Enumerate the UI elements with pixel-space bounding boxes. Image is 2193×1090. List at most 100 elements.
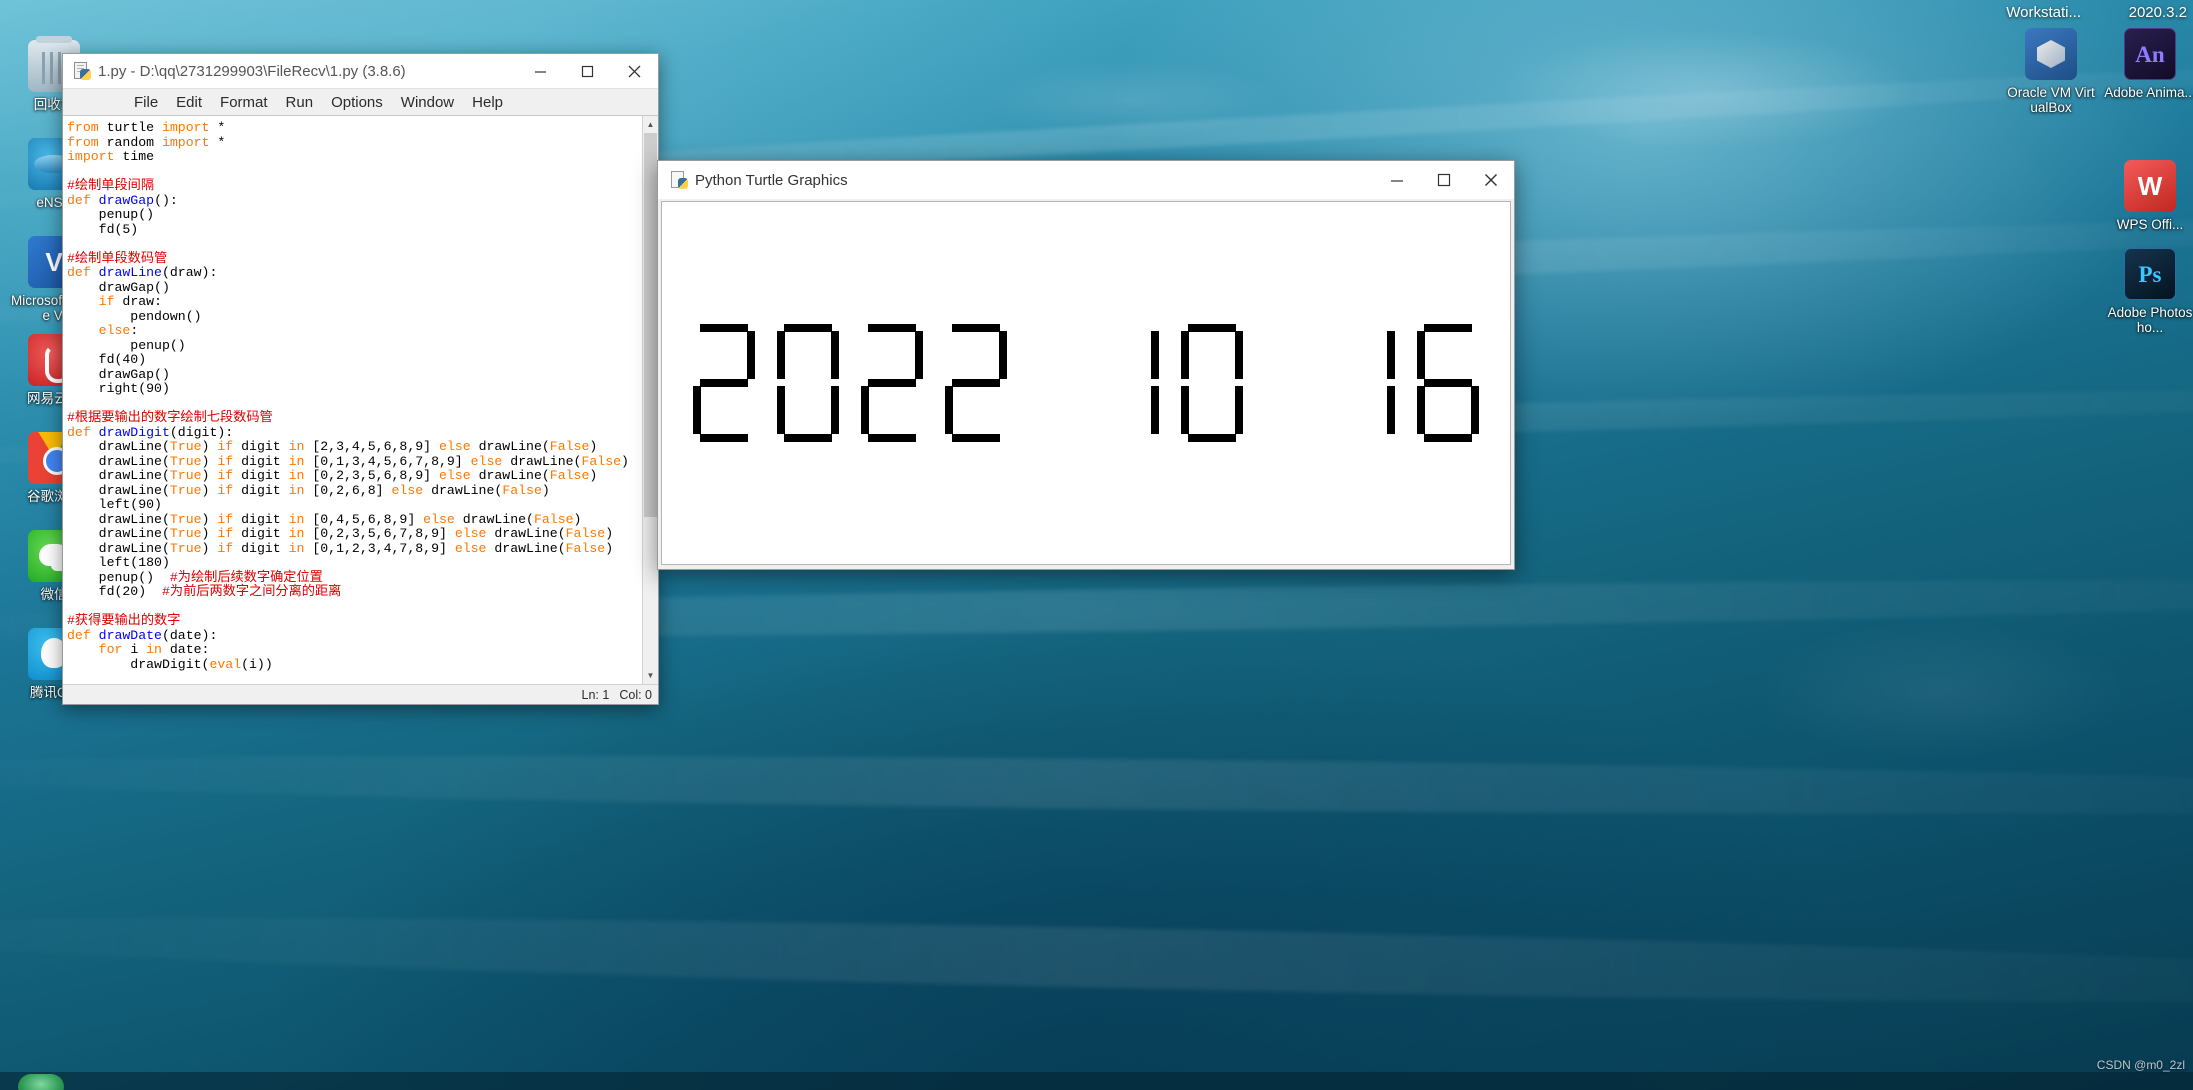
wallpaper-shimmer: [1500, 30, 1920, 150]
idle-editor-body[interactable]: from turtle import * from random import *…: [63, 116, 658, 684]
menu-item-edit[interactable]: Edit: [167, 92, 211, 113]
menu-item-options[interactable]: Options: [322, 92, 392, 113]
segment-b: [999, 331, 1007, 379]
seven-segment-digit: [777, 324, 839, 442]
turtle-close-button[interactable]: [1467, 163, 1514, 198]
segment-a: [1424, 324, 1472, 332]
turtle-minimize-button[interactable]: [1373, 163, 1420, 198]
code-text: drawLine(: [494, 526, 566, 541]
idle-vertical-scrollbar[interactable]: ▲ ▼: [642, 116, 658, 684]
desktop-icon-label: Adobe Anima...: [2104, 85, 2193, 100]
code-keyword: False: [565, 526, 606, 541]
code-text: digit: [241, 468, 289, 483]
code-text: random: [106, 134, 162, 150]
code-keyword: True: [169, 540, 202, 556]
code-text-area[interactable]: from turtle import * from random import *…: [63, 116, 642, 684]
status-line-number: Ln: 1: [581, 687, 610, 702]
code-text: ): [201, 482, 218, 498]
turtle-canvas[interactable]: [661, 201, 1511, 565]
code-line: penup(): [67, 338, 642, 354]
code-keyword: for: [98, 642, 131, 657]
code-keyword: else: [423, 511, 463, 527]
code-text: [0,2,6,8]: [312, 482, 392, 498]
code-definition-name: drawLine: [98, 265, 162, 280]
code-text: ): [201, 540, 218, 556]
code-text: ): [541, 482, 550, 498]
code-keyword: in: [288, 511, 313, 527]
desktop-icon-virtualbox[interactable]: Oracle VM VirtualBox: [2005, 28, 2097, 115]
desktop-icon-adobe-animate[interactable]: Adobe Anima...: [2104, 28, 2193, 100]
code-keyword: else: [470, 453, 511, 469]
desktop-icon-adobe-photoshop[interactable]: Adobe Photosho...: [2104, 248, 2193, 335]
code-line: def drawDate(date):: [67, 627, 642, 644]
code-line: #获得要输出的数字: [67, 613, 642, 629]
code-text: :: [130, 323, 139, 338]
turtle-maximize-button[interactable]: [1420, 163, 1467, 198]
code-text: drawGap(): [67, 279, 170, 295]
taskbar[interactable]: [0, 1072, 2193, 1090]
wallpaper-shimmer: [980, 60, 1280, 140]
code-keyword: if: [217, 453, 242, 469]
code-line: left(90): [67, 497, 642, 513]
code-text: digit: [241, 453, 289, 469]
turtle-titlebar[interactable]: Python Turtle Graphics: [658, 161, 1514, 199]
wallpaper-shimmer: [1750, 620, 2130, 760]
wallpaper-wave: [0, 900, 2193, 1020]
code-text: ():: [154, 192, 178, 208]
code-text: ): [201, 468, 218, 483]
seven-segment-digit: [693, 324, 755, 442]
code-keyword: if: [217, 540, 242, 556]
code-line: drawGap(): [67, 279, 642, 296]
code-text: penup(): [67, 569, 170, 585]
code-line: drawLine(True) if digit in [0,2,3,5,6,8,…: [67, 468, 642, 484]
code-keyword: in: [288, 453, 313, 469]
seven-segment-digit: [1181, 324, 1243, 442]
segment-a: [700, 324, 748, 332]
code-keyword: from: [67, 134, 107, 150]
desktop-icon-label: Adobe Photosho...: [2107, 305, 2193, 335]
code-keyword: False: [502, 482, 542, 498]
seven-segment-digit: [945, 324, 1007, 442]
code-line: right(90): [67, 381, 642, 397]
segment-e: [693, 386, 701, 434]
scrollbar-track[interactable]: [643, 133, 658, 667]
idle-menubar[interactable]: File Edit Format Run Options Window Help: [63, 89, 658, 116]
idle-close-button[interactable]: [611, 54, 658, 89]
menu-item-format[interactable]: Format: [211, 92, 277, 113]
scrollbar-thumb[interactable]: [644, 133, 657, 518]
scroll-down-arrow-icon[interactable]: ▼: [643, 667, 658, 684]
code-text: (draw):: [161, 265, 218, 280]
code-keyword: False: [533, 511, 574, 527]
idle-maximize-button[interactable]: [564, 54, 611, 89]
python-file-icon: [74, 62, 91, 80]
code-line: else:: [67, 323, 642, 339]
code-text: drawLine(: [67, 526, 170, 541]
menu-item-window[interactable]: Window: [392, 92, 463, 113]
code-keyword: if: [98, 294, 123, 309]
code-line: def drawDigit(digit):: [67, 425, 642, 441]
start-button[interactable]: [18, 1074, 64, 1090]
code-text: digit: [241, 439, 289, 454]
menu-item-file[interactable]: File: [125, 92, 167, 113]
code-keyword: True: [169, 526, 202, 541]
code-keyword: def: [67, 627, 99, 643]
turtle-graphics-window[interactable]: Python Turtle Graphics: [657, 160, 1515, 570]
code-text: [0,2,3,5,6,7,8,9]: [312, 526, 455, 541]
wallpaper-wave: [0, 745, 2193, 825]
idle-titlebar[interactable]: 1.py - D:\qq\2731299903\FileRecv\1.py (3…: [63, 54, 658, 89]
code-text: drawLine(: [510, 453, 582, 469]
segment-b: [1151, 331, 1159, 379]
code-keyword: in: [288, 439, 313, 454]
desktop-icon-wps-office[interactable]: WPS Offi...: [2104, 160, 2193, 232]
code-line: #根据要输出的数字绘制七段数码管: [67, 410, 642, 426]
menu-item-run[interactable]: Run: [277, 92, 323, 113]
idle-editor-window[interactable]: 1.py - D:\qq\2731299903\FileRecv\1.py (3…: [62, 53, 659, 705]
scroll-up-arrow-icon[interactable]: ▲: [643, 116, 658, 133]
code-keyword: if: [217, 482, 242, 498]
menu-item-help[interactable]: Help: [463, 92, 512, 113]
idle-minimize-button[interactable]: [517, 54, 564, 89]
code-text: drawLine(: [431, 482, 503, 498]
segment-f: [1181, 331, 1189, 379]
